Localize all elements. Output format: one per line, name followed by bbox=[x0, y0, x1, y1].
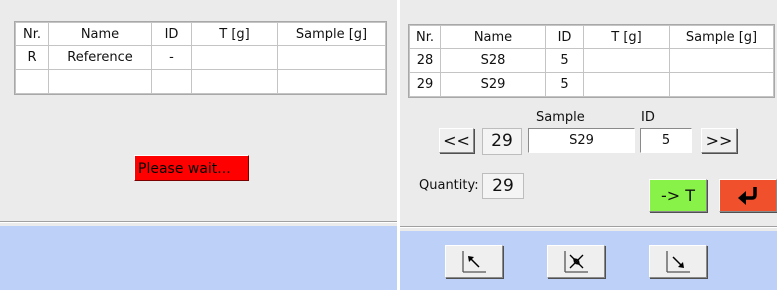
cell-nr: R bbox=[15, 45, 49, 70]
previous-sample-button[interactable]: << bbox=[439, 128, 474, 153]
cell-tare bbox=[583, 48, 670, 73]
col-header-name: Name bbox=[48, 22, 152, 46]
converge-button[interactable] bbox=[547, 245, 605, 278]
move-down-right-button[interactable] bbox=[649, 245, 707, 278]
col-header-name: Name bbox=[440, 25, 546, 49]
col-header-id: ID bbox=[151, 22, 192, 46]
cell-tare bbox=[583, 72, 670, 97]
cell-id: - bbox=[151, 45, 192, 70]
left-samples-table: Nr. Name ID T [g] Sample [g] R Reference… bbox=[14, 21, 387, 95]
cell-sample bbox=[277, 69, 386, 94]
table-header-row: Nr. Name ID T [g] Sample [g] bbox=[15, 22, 386, 46]
cell-nr: 29 bbox=[409, 72, 441, 97]
move-up-left-button[interactable] bbox=[445, 245, 503, 278]
enter-button[interactable] bbox=[719, 179, 777, 212]
sample-name-field[interactable]: S29 bbox=[528, 128, 635, 153]
col-header-sample: Sample [g] bbox=[669, 25, 774, 49]
left-panel: Nr. Name ID T [g] Sample [g] R Reference… bbox=[0, 0, 397, 290]
cell-sample bbox=[669, 72, 774, 97]
quantity-label: Quantity: bbox=[419, 178, 479, 193]
cell-nr: 28 bbox=[409, 48, 441, 73]
enter-return-icon bbox=[736, 185, 760, 209]
cell-id bbox=[151, 69, 192, 94]
cell-nr bbox=[15, 69, 49, 94]
table-header-row: Nr. Name ID T [g] Sample [g] bbox=[409, 25, 774, 49]
id-caption: ID bbox=[641, 110, 655, 125]
right-samples-table: Nr. Name ID T [g] Sample [g] 28 S28 5 29… bbox=[408, 24, 775, 98]
cell-tare bbox=[191, 45, 278, 70]
table-row[interactable]: 28 S28 5 bbox=[409, 48, 774, 73]
table-row[interactable] bbox=[15, 69, 386, 94]
cell-tare bbox=[191, 69, 278, 94]
col-header-tare: T [g] bbox=[583, 25, 670, 49]
col-header-nr: Nr. bbox=[15, 22, 49, 46]
col-header-id: ID bbox=[545, 25, 584, 49]
tare-button[interactable]: -> T bbox=[649, 179, 707, 212]
sample-id-field[interactable]: 5 bbox=[640, 128, 692, 153]
diagonal-arrows-converge-icon bbox=[562, 249, 590, 279]
cell-name: Reference bbox=[48, 45, 152, 70]
cell-id: 5 bbox=[545, 48, 584, 73]
table-row[interactable]: 29 S29 5 bbox=[409, 72, 774, 97]
quantity-display: 29 bbox=[482, 173, 524, 199]
sample-number-display: 29 bbox=[482, 128, 522, 155]
cell-name: S29 bbox=[440, 72, 546, 97]
col-header-tare: T [g] bbox=[191, 22, 278, 46]
cell-id: 5 bbox=[545, 72, 584, 97]
cell-name: S28 bbox=[440, 48, 546, 73]
diagonal-arrow-down-right-icon bbox=[664, 249, 692, 279]
col-header-nr: Nr. bbox=[409, 25, 441, 49]
cell-sample bbox=[277, 45, 386, 70]
diagonal-arrow-up-left-icon bbox=[460, 249, 488, 279]
please-wait-label: Please wait... bbox=[134, 155, 249, 181]
cell-sample bbox=[669, 48, 774, 73]
left-footer-bar bbox=[0, 226, 397, 290]
col-header-sample: Sample [g] bbox=[277, 22, 386, 46]
divider bbox=[400, 227, 777, 228]
next-sample-button[interactable]: >> bbox=[701, 128, 737, 153]
cell-name bbox=[48, 69, 152, 94]
divider bbox=[0, 222, 397, 223]
table-row[interactable]: R Reference - bbox=[15, 45, 386, 70]
sample-caption: Sample bbox=[536, 110, 585, 125]
right-panel: Nr. Name ID T [g] Sample [g] 28 S28 5 29… bbox=[400, 0, 777, 290]
